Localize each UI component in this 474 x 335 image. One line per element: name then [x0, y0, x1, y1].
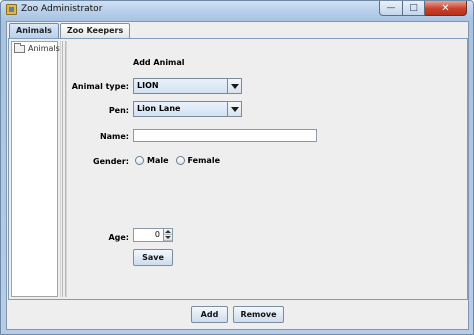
- gender-male-radio[interactable]: [135, 156, 144, 165]
- tab-zoo-keepers[interactable]: Zoo Keepers: [59, 23, 131, 38]
- tree-node-label: Animals: [28, 44, 60, 53]
- spinner-buttons: [163, 229, 172, 241]
- age-spinner[interactable]: 0: [133, 228, 173, 242]
- form-title: Add Animal: [133, 58, 185, 67]
- gender-label: Gender:: [93, 157, 129, 166]
- app-window: Zoo Administrator — □ ✕ Animals Zoo Keep…: [0, 0, 474, 335]
- close-icon: ✕: [441, 2, 450, 14]
- chevron-down-icon[interactable]: [227, 79, 241, 93]
- gender-male-label[interactable]: Male: [147, 156, 169, 165]
- pen-label: Pen:: [108, 106, 129, 115]
- gender-female-radio[interactable]: [175, 156, 185, 165]
- pen-value: Lion Lane: [137, 104, 181, 113]
- spinner-down-icon[interactable]: [164, 235, 172, 241]
- tab-animals[interactable]: Animals: [9, 23, 59, 38]
- animals-tab-panel: Animals Add Animal Animal type: LION Pen…: [8, 38, 468, 300]
- title-bar[interactable]: Zoo Administrator — □ ✕: [1, 1, 473, 19]
- app-icon: [6, 4, 17, 15]
- tree-node-animals[interactable]: Animals: [14, 42, 60, 53]
- name-label: Name:: [99, 132, 129, 141]
- content-area: Animals Zoo Keepers Animals Add Animal A…: [6, 21, 469, 330]
- pen-combobox[interactable]: Lion Lane: [133, 101, 242, 117]
- gender-female-label[interactable]: Female: [188, 156, 220, 165]
- split-pane-divider[interactable]: [60, 41, 67, 297]
- maximize-icon: □: [409, 3, 418, 13]
- minimize-button[interactable]: —: [379, 1, 403, 16]
- add-animal-form: Add Animal Animal type: LION Pen: Lion L…: [69, 39, 467, 299]
- gender-radio-group: Male Female: [135, 156, 227, 165]
- name-field[interactable]: [133, 129, 317, 142]
- save-button[interactable]: Save: [133, 249, 173, 266]
- window-title: Zoo Administrator: [21, 4, 103, 14]
- animal-type-label: Animal type:: [71, 82, 129, 91]
- animal-type-combobox[interactable]: LION: [133, 78, 242, 94]
- add-button[interactable]: Add: [191, 306, 228, 323]
- minimize-icon: —: [386, 3, 396, 13]
- tab-strip: Animals Zoo Keepers: [9, 23, 131, 38]
- age-label: Age:: [108, 233, 129, 242]
- bottom-action-bar: Add Remove: [7, 302, 468, 329]
- age-value: 0: [154, 230, 160, 239]
- window-controls: — □ ✕: [379, 1, 467, 16]
- animal-type-value: LION: [137, 81, 159, 90]
- close-button[interactable]: ✕: [425, 1, 467, 16]
- folder-icon: [14, 42, 25, 53]
- remove-button[interactable]: Remove: [233, 306, 284, 323]
- animal-tree[interactable]: Animals: [11, 41, 60, 297]
- chevron-down-icon[interactable]: [227, 102, 241, 116]
- maximize-button[interactable]: □: [403, 1, 425, 16]
